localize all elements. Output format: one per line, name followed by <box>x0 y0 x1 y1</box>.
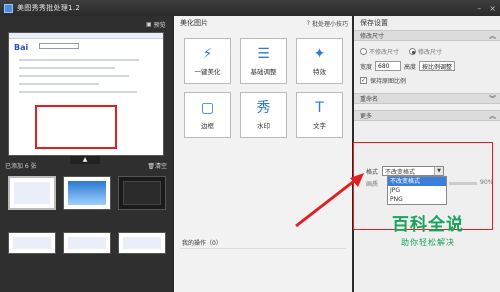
thumbnail-3[interactable] <box>118 176 166 210</box>
height-input[interactable]: 按比例调整 <box>419 61 456 71</box>
app-icon <box>4 3 13 13</box>
tool-frame[interactable]: ▢ 边框 <box>184 92 231 138</box>
added-count-row: 已添加 6 张 🗑清空 <box>5 160 167 170</box>
close-icon[interactable]: × <box>489 4 496 13</box>
radio-label: 修改尺寸 <box>418 49 443 56</box>
resize-section-label: 修改尺寸 <box>360 33 385 40</box>
tool-watermark[interactable]: 秀 水印 <box>240 92 287 138</box>
sparkle-wand-icon: ✦ <box>313 46 326 62</box>
tool-auto-beautify[interactable]: ⚡ 一键美化 <box>184 38 231 84</box>
text-icon: T <box>315 100 324 116</box>
radio-no-resize[interactable]: 不修改尺寸 <box>360 47 399 56</box>
window-title: 美图秀秀批处理1.2 <box>17 4 81 12</box>
thumbnail-2[interactable] <box>63 176 111 210</box>
thumbnail-5[interactable] <box>63 232 111 254</box>
width-label: 宽度 <box>360 63 373 71</box>
preview-label: 预览 <box>153 22 166 29</box>
thumbnail-1[interactable] <box>8 176 56 210</box>
chevron-down-icon: ︾ <box>489 94 496 103</box>
added-count-label: 已添加 6 张 <box>5 162 37 170</box>
tool-label: 一键美化 <box>194 68 221 76</box>
image-list-panel: ▣ 预览 Bai ▲ 已添加 6 张 🗑清空 <box>0 16 172 292</box>
sliders-icon: ☰ <box>257 46 270 62</box>
tool-label: 特效 <box>313 68 326 76</box>
height-label: 高度 <box>404 63 417 71</box>
tool-effects[interactable]: ✦ 特效 <box>296 38 343 84</box>
clear-button[interactable]: 🗑清空 <box>147 161 167 170</box>
check-icon: ✓ <box>360 77 367 84</box>
width-input[interactable]: 680 <box>375 61 402 71</box>
watermark-subtitle: 助你轻松解决 <box>401 238 455 247</box>
preview-logo: Bai <box>14 43 29 52</box>
preview-icon: ▣ <box>146 21 152 28</box>
chevron-up-icon: ︽ <box>489 111 496 120</box>
magic-wand-icon: ⚡ <box>202 46 213 62</box>
annotation-arrow <box>295 173 364 228</box>
chevron-up-icon: ︽ <box>489 31 496 40</box>
help-link[interactable]: ? 批处理小技巧 <box>307 19 352 28</box>
help-icon: ? <box>306 19 310 27</box>
divider <box>180 248 346 249</box>
rename-section-label: 重命名 <box>360 96 379 103</box>
tool-label: 水印 <box>257 122 270 130</box>
preview-highlight-box <box>35 105 117 149</box>
radio-label: 不修改尺寸 <box>369 49 400 56</box>
beautify-heading: 美化图片 <box>180 19 208 27</box>
site-watermark: 百科全说 助你轻松解决 <box>363 215 493 248</box>
help-label: 批处理小技巧 <box>311 20 348 28</box>
my-operations-label: 我的操作（0） <box>182 240 222 247</box>
beautify-panel: 美化图片 ? 批处理小技巧 ⚡ 一键美化 ☰ 基础调整 ✦ 特效 ▢ 边框 秀 … <box>174 16 352 292</box>
rename-section-header[interactable]: 重命名 ︾ <box>354 93 500 104</box>
more-section-label: 更多 <box>360 113 373 120</box>
preview-button[interactable]: ▣ 预览 <box>146 20 166 29</box>
preview-image: Bai <box>8 32 164 156</box>
tool-label: 基础调整 <box>250 68 277 76</box>
title-bar: 美图秀秀批处理1.2 – × <box>0 0 500 16</box>
resize-section-header[interactable]: 修改尺寸 ︽ <box>354 30 500 41</box>
tool-label: 边框 <box>201 122 214 130</box>
keep-ratio-checkbox[interactable]: ✓ 保持原图比例 <box>354 74 500 87</box>
frame-icon: ▢ <box>200 100 215 116</box>
tool-text[interactable]: T 文字 <box>296 92 343 138</box>
minimize-icon[interactable]: – <box>477 4 481 13</box>
watermark-icon: 秀 <box>256 100 271 116</box>
save-settings-heading: 保存设置 <box>360 19 388 27</box>
radio-resize[interactable]: 修改尺寸 <box>409 47 442 56</box>
tool-label: 文字 <box>313 122 326 130</box>
tool-basic-adjust[interactable]: ☰ 基础调整 <box>240 38 287 84</box>
more-section-header[interactable]: 更多 ︽ <box>354 110 500 121</box>
watermark-title: 百科全说 <box>392 215 464 235</box>
keep-ratio-label: 保持原图比例 <box>370 78 407 85</box>
thumbnail-4[interactable] <box>8 232 56 254</box>
thumbnail-6[interactable] <box>118 232 166 254</box>
